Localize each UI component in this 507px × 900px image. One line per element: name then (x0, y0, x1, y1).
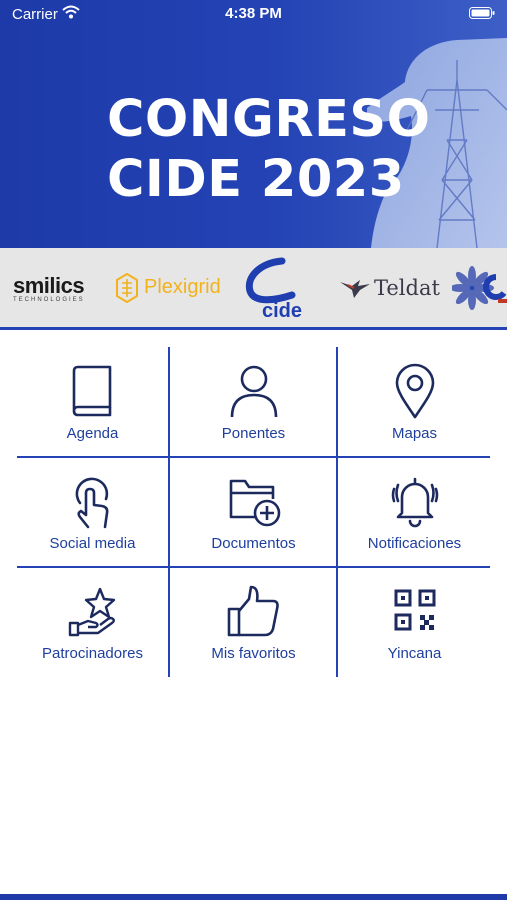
battery-icon (469, 7, 495, 19)
svg-text:cide: cide (262, 300, 302, 321)
thumbs-up-icon (227, 585, 279, 637)
map-pin-icon (395, 363, 434, 419)
sponsor-cide[interactable]: cide (242, 248, 316, 327)
menu-item-mapas[interactable]: Mapas (339, 347, 490, 457)
sponsor-plexigrid[interactable]: Plexigrid (116, 248, 221, 327)
main-menu-grid: Agenda Ponentes Mapas Social media Docum… (17, 347, 490, 677)
folder-add-icon (229, 479, 280, 527)
smilics-logo-subtext: TECHNOLOGIES (13, 296, 85, 303)
grid-divider (168, 347, 170, 677)
menu-label-social-media: Social media (49, 535, 136, 552)
menu-item-documentos[interactable]: Documentos (178, 457, 329, 567)
sponsor-smilics[interactable]: smilics TECHNOLOGIES (13, 248, 85, 327)
plexigrid-logo-icon (116, 272, 138, 303)
plexigrid-logo-text: Plexigrid (144, 276, 221, 298)
teldat-logo-text: Teldat (374, 275, 440, 300)
status-time: 4:38 PM (225, 5, 282, 22)
menu-label-ponentes: Ponentes (221, 425, 286, 442)
sponsor-carousel[interactable]: smilics TECHNOLOGIES Plexigrid cide Teld… (0, 248, 507, 330)
menu-item-social-media[interactable]: Social media (17, 457, 168, 567)
menu-label-mis-favoritos: Mis favoritos (211, 645, 296, 662)
sponsor-star-icon (68, 587, 115, 637)
menu-item-ponentes[interactable]: Ponentes (178, 347, 329, 457)
hero-title-line2: CIDE 2023 (107, 150, 405, 209)
qr-code-icon (394, 589, 435, 631)
menu-item-agenda[interactable]: Agenda (17, 347, 168, 457)
hero-title-line1: CONGRESO (107, 90, 431, 149)
touch-icon (75, 477, 108, 529)
bell-icon (391, 477, 438, 528)
hero-banner: Carrier 4:38 PM CONGRESO CIDE 2023 (0, 0, 507, 248)
menu-item-patrocinadores[interactable]: Patrocinadores (17, 567, 168, 677)
menu-item-yincana[interactable]: Yincana (339, 567, 490, 677)
menu-label-notificaciones: Notificaciones (367, 535, 462, 552)
menu-item-notificaciones[interactable]: Notificaciones (339, 457, 490, 567)
menu-label-agenda: Agenda (66, 425, 119, 442)
menu-label-yincana: Yincana (387, 645, 442, 662)
hero-title: CONGRESO CIDE 2023 (107, 90, 431, 210)
book-icon (72, 365, 111, 417)
menu-label-patrocinadores: Patrocinadores (42, 645, 143, 662)
status-bar: Carrier 4:38 PM (0, 0, 507, 30)
hummingbird-icon (340, 279, 370, 298)
flower-logo-icon (452, 265, 507, 310)
bottom-bar (0, 894, 507, 900)
menu-item-mis-favoritos[interactable]: Mis favoritos (178, 567, 329, 677)
sponsor-teldat[interactable]: Teldat (338, 248, 440, 327)
cide-logo: cide (245, 257, 302, 321)
grid-divider (336, 347, 338, 677)
menu-label-documentos: Documentos (211, 535, 296, 552)
sponsor-partial-logo[interactable] (452, 248, 507, 327)
menu-label-mapas: Mapas (391, 425, 438, 442)
smilics-logo-text: smilics (13, 272, 85, 298)
person-icon (230, 365, 277, 418)
